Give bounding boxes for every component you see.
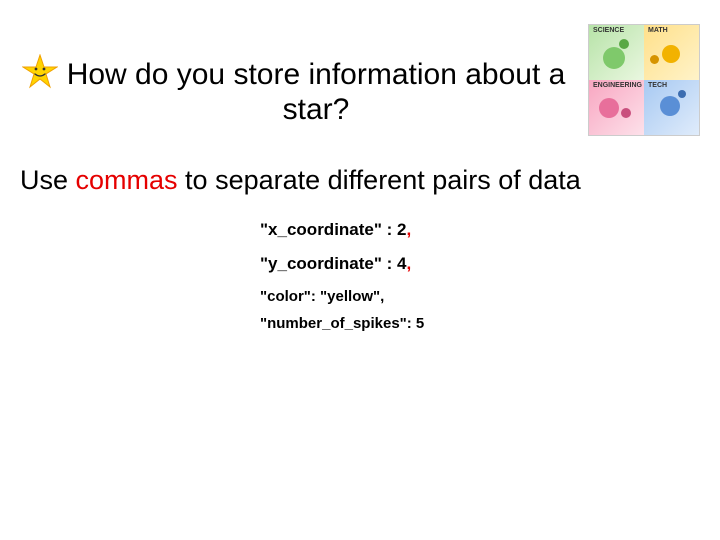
panel-label: TECH: [648, 82, 667, 89]
panel-label: ENGINEERING: [593, 82, 642, 89]
star-icon: [22, 54, 58, 90]
instruction-text: Use commas to separate different pairs o…: [20, 165, 581, 196]
comma-highlight: ,: [407, 254, 412, 273]
corner-illustration: SCIENCE MATH ENGINEERING TECH: [588, 24, 700, 136]
panel-label: MATH: [648, 27, 668, 34]
slide-title: How do you store information about a sta…: [56, 58, 576, 127]
code-example: "x_coordinate" : 2, "y_coordinate" : 4, …: [260, 220, 424, 342]
panel-label: SCIENCE: [593, 27, 624, 34]
instruction-highlight: commas: [76, 165, 178, 195]
instruction-suffix: to separate different pairs of data: [178, 165, 581, 195]
instruction-prefix: Use: [20, 165, 76, 195]
comma-highlight: ,: [407, 220, 412, 239]
code-line-1: "x_coordinate" : 2,: [260, 220, 424, 240]
code-text: "y_coordinate" : 4: [260, 254, 407, 273]
code-line-3: "color": "yellow",: [260, 288, 424, 305]
code-line-4: "number_of_spikes": 5: [260, 315, 424, 332]
code-text: "x_coordinate" : 2: [260, 220, 407, 239]
code-line-2: "y_coordinate" : 4,: [260, 254, 424, 274]
slide: How do you store information about a sta…: [0, 0, 720, 540]
